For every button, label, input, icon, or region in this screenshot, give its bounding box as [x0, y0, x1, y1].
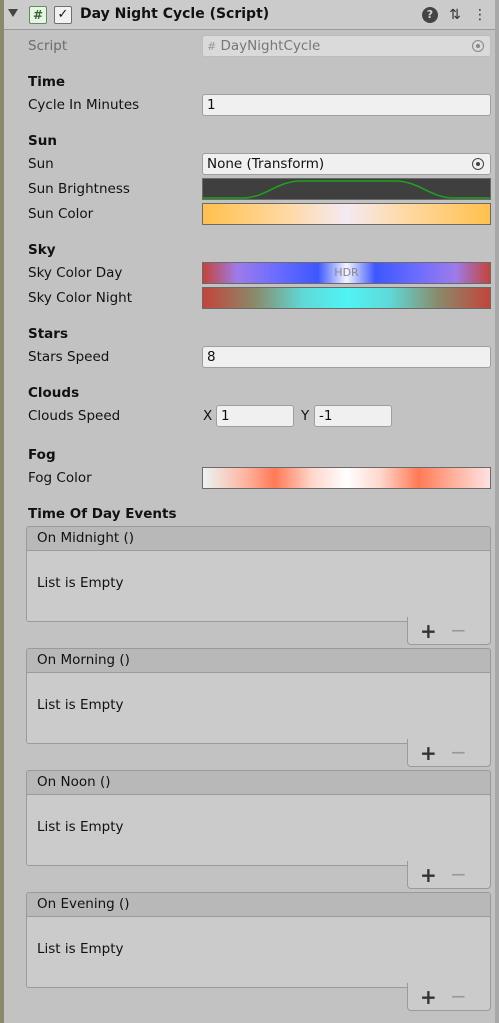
- sky-color-night-field[interactable]: [202, 287, 491, 309]
- script-value: DayNightCycle: [220, 38, 321, 54]
- hdr-badge: HDR: [334, 266, 359, 279]
- event-list-footer: + −: [407, 861, 491, 889]
- section-header-events: Time Of Day Events: [28, 506, 177, 522]
- fog-color-field[interactable]: [202, 467, 491, 489]
- object-picker-icon: [472, 40, 484, 52]
- event-list-footer: + −: [407, 983, 491, 1011]
- sky-color-night-label: Sky Color Night: [28, 290, 132, 306]
- add-listener-button[interactable]: +: [420, 741, 437, 765]
- event-list-evening: On Evening () List is Empty: [26, 892, 491, 988]
- editor-left-edge: [0, 0, 4, 1023]
- stars-speed-input[interactable]: 8: [202, 346, 491, 368]
- help-icon[interactable]: ?: [422, 7, 438, 23]
- section-header-clouds: Clouds: [28, 385, 80, 401]
- object-picker-icon[interactable]: [472, 158, 484, 170]
- event-list-header: On Morning (): [27, 649, 490, 673]
- section-header-stars: Stars: [28, 326, 68, 342]
- event-list-header: On Noon (): [27, 771, 490, 795]
- list-empty-text: List is Empty: [27, 795, 490, 865]
- event-list-midnight: On Midnight () List is Empty: [26, 526, 491, 622]
- event-list-morning: On Morning () List is Empty: [26, 648, 491, 744]
- sun-object-value: None (Transform): [207, 156, 325, 172]
- script-label: Script: [28, 38, 68, 54]
- preset-settings-icon[interactable]: ⇅: [447, 6, 463, 24]
- component-enabled-checkbox[interactable]: ✓: [54, 6, 72, 24]
- sun-object-field[interactable]: None (Transform): [202, 153, 491, 175]
- add-listener-button[interactable]: +: [420, 863, 437, 887]
- clouds-y-input[interactable]: -1: [314, 405, 392, 427]
- list-empty-text: List is Empty: [27, 551, 490, 621]
- sun-brightness-curve[interactable]: [202, 178, 491, 200]
- clouds-x-label: X: [203, 408, 213, 424]
- event-list-header: On Midnight (): [27, 527, 490, 551]
- component-title: Day Night Cycle (Script): [80, 6, 270, 22]
- add-listener-button[interactable]: +: [420, 985, 437, 1009]
- fog-color-label: Fog Color: [28, 470, 92, 486]
- sky-color-day-label: Sky Color Day: [28, 265, 123, 281]
- sun-color-field[interactable]: [202, 203, 491, 225]
- section-header-sky: Sky: [28, 242, 56, 258]
- cycle-in-minutes-label: Cycle In Minutes: [28, 97, 140, 113]
- script-file-icon: #: [207, 40, 217, 53]
- event-list-header: On Evening (): [27, 893, 490, 917]
- section-header-fog: Fog: [28, 447, 56, 463]
- cycle-in-minutes-input[interactable]: 1: [202, 94, 491, 116]
- clouds-x-input[interactable]: 1: [216, 405, 294, 427]
- foldout-arrow-icon[interactable]: [8, 9, 18, 17]
- clouds-y-label: Y: [301, 408, 310, 424]
- section-header-sun: Sun: [28, 133, 57, 149]
- event-list-noon: On Noon () List is Empty: [26, 770, 491, 866]
- list-empty-text: List is Empty: [27, 917, 490, 987]
- script-icon: #: [29, 6, 47, 24]
- remove-listener-button[interactable]: −: [450, 984, 467, 1008]
- event-list-footer: + −: [407, 617, 491, 645]
- add-listener-button[interactable]: +: [420, 619, 437, 643]
- clouds-speed-label: Clouds Speed: [28, 408, 121, 424]
- event-list-footer: + −: [407, 739, 491, 767]
- editor-right-edge: [495, 0, 499, 1023]
- list-empty-text: List is Empty: [27, 673, 490, 743]
- remove-listener-button[interactable]: −: [450, 618, 467, 642]
- curve-line: [203, 180, 490, 199]
- sky-color-day-field[interactable]: HDR: [202, 262, 491, 284]
- remove-listener-button[interactable]: −: [450, 862, 467, 886]
- stars-speed-label: Stars Speed: [28, 349, 110, 365]
- remove-listener-button[interactable]: −: [450, 740, 467, 764]
- more-options-icon[interactable]: ⋮: [472, 6, 488, 24]
- sun-color-label: Sun Color: [28, 206, 94, 222]
- script-field: # DayNightCycle: [202, 35, 491, 57]
- sun-label: Sun: [28, 156, 54, 172]
- sun-brightness-label: Sun Brightness: [28, 181, 130, 197]
- section-header-time: Time: [28, 74, 66, 90]
